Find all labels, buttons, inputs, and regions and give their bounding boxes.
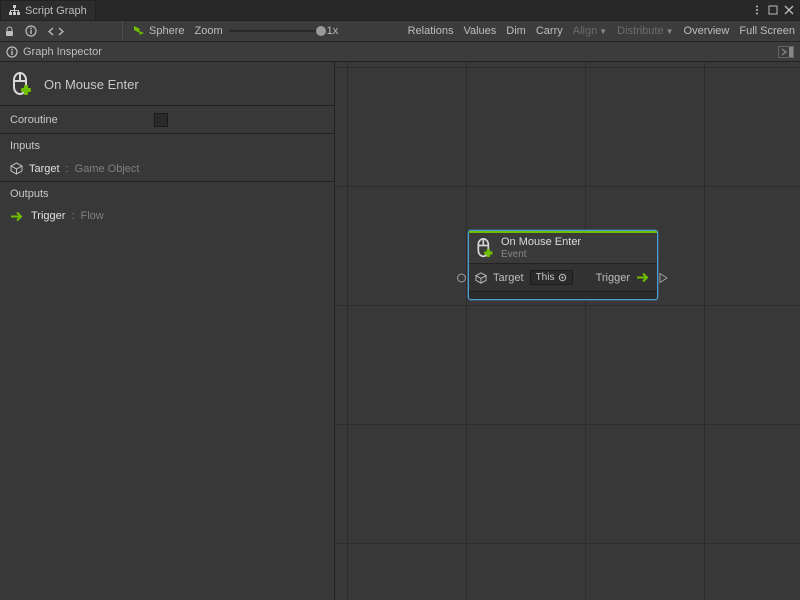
mouse-enter-event-icon bbox=[10, 71, 34, 97]
chevron-down-icon: ▼ bbox=[599, 27, 607, 36]
coroutine-checkbox[interactable] bbox=[154, 113, 168, 127]
fullscreen-button[interactable]: Full Screen bbox=[734, 23, 800, 39]
target-label: Target bbox=[493, 272, 524, 284]
tab-bar-spacer bbox=[96, 0, 746, 20]
menu-kebab-icon[interactable] bbox=[752, 5, 762, 15]
zoom-label: Zoom bbox=[194, 25, 222, 37]
inputs-header: Inputs bbox=[0, 133, 334, 158]
zoom-handle[interactable] bbox=[316, 26, 326, 36]
node-title: On Mouse Enter bbox=[501, 236, 581, 248]
collapse-panel-icon[interactable] bbox=[778, 46, 794, 58]
node-title: On Mouse Enter bbox=[44, 77, 139, 92]
close-icon[interactable] bbox=[784, 5, 794, 15]
input-port-sep: : bbox=[66, 163, 69, 175]
inspector-title: Graph Inspector bbox=[23, 46, 102, 58]
node-body: Target This Trigger bbox=[469, 264, 657, 291]
graph-canvas[interactable]: On Mouse Enter Event Target This Trigger bbox=[335, 62, 800, 600]
flow-arrow-icon bbox=[10, 211, 25, 222]
output-port-row: Trigger : Flow bbox=[0, 206, 334, 228]
distribute-button[interactable]: Distribute▼ bbox=[612, 23, 678, 39]
node-header[interactable]: On Mouse Enter Event bbox=[469, 231, 657, 264]
breadcrumb-label: Sphere bbox=[149, 25, 184, 37]
breadcrumb-object[interactable]: Sphere bbox=[133, 25, 184, 37]
flow-arrow-icon bbox=[636, 272, 651, 283]
target-value-field[interactable]: This bbox=[530, 270, 574, 285]
maximize-icon[interactable] bbox=[768, 5, 778, 15]
inspector-panel: On Mouse Enter Coroutine Inputs Target :… bbox=[0, 62, 335, 600]
node-footer bbox=[469, 291, 657, 299]
cube-icon bbox=[10, 162, 23, 175]
code-icon[interactable] bbox=[47, 26, 65, 37]
values-button[interactable]: Values bbox=[458, 23, 501, 39]
target-picker-icon bbox=[558, 273, 567, 282]
cube-icon bbox=[475, 272, 487, 284]
output-port-sep: : bbox=[71, 210, 74, 222]
hierarchy-icon bbox=[9, 5, 20, 16]
tab-label: Script Graph bbox=[25, 5, 87, 17]
coroutine-label: Coroutine bbox=[10, 114, 58, 126]
relations-button[interactable]: Relations bbox=[403, 23, 459, 39]
output-port-name: Trigger bbox=[31, 210, 65, 222]
zoom-slider[interactable] bbox=[229, 30, 321, 32]
output-port-type: Flow bbox=[81, 210, 104, 222]
info-icon bbox=[6, 46, 18, 58]
lock-icon[interactable] bbox=[4, 26, 15, 37]
trigger-label: Trigger bbox=[596, 272, 630, 284]
node-subtitle: Event bbox=[501, 249, 581, 260]
outputs-header: Outputs bbox=[0, 181, 334, 206]
tab-script-graph[interactable]: Script Graph bbox=[0, 0, 96, 20]
input-port-row: Target : Game Object bbox=[0, 158, 334, 181]
dim-button[interactable]: Dim bbox=[501, 23, 531, 39]
input-port-type: Game Object bbox=[75, 163, 140, 175]
carry-button[interactable]: Carry bbox=[531, 23, 568, 39]
graph-node-on-mouse-enter[interactable]: On Mouse Enter Event Target This Trigger bbox=[468, 230, 658, 300]
mouse-enter-event-icon bbox=[475, 237, 495, 259]
object-arrow-icon bbox=[133, 25, 145, 37]
chevron-down-icon: ▼ bbox=[666, 27, 674, 36]
output-port-trigger[interactable] bbox=[659, 272, 668, 283]
zoom-value: 1x bbox=[327, 25, 339, 37]
input-port-target[interactable] bbox=[457, 273, 466, 282]
input-port-name: Target bbox=[29, 163, 60, 175]
overview-button[interactable]: Overview bbox=[679, 23, 735, 39]
align-button[interactable]: Align▼ bbox=[568, 23, 612, 39]
info-icon[interactable] bbox=[25, 25, 37, 37]
